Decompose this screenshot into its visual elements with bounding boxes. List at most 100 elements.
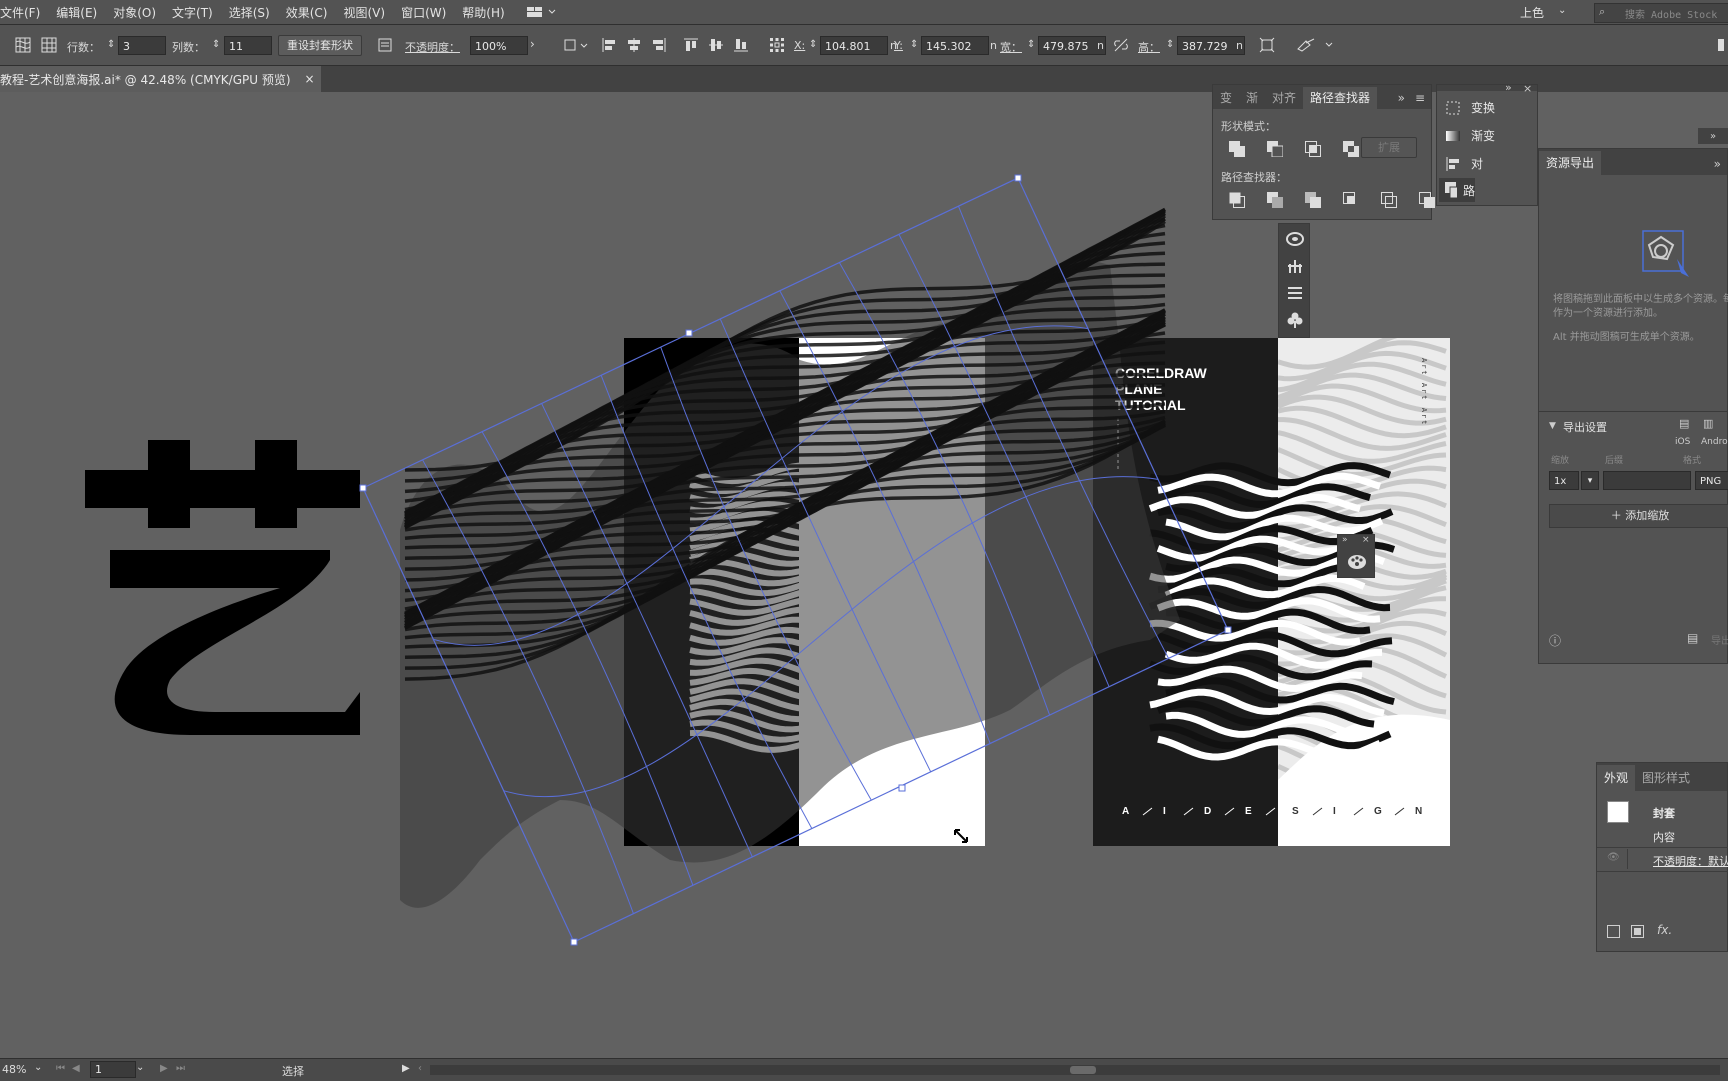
constrain-link-icon[interactable]: [1112, 36, 1130, 54]
tab-graphic-styles[interactable]: 图形样式: [1635, 765, 1697, 791]
menu-file[interactable]: 文件(F): [0, 4, 48, 21]
visibility-eye-icon[interactable]: 👁: [1607, 852, 1620, 863]
crop-icon[interactable]: [1343, 192, 1359, 208]
scale-dropdown-icon[interactable]: ▾: [1581, 471, 1599, 490]
align-bottom-icon[interactable]: [732, 36, 750, 54]
x-field[interactable]: 104.801: [820, 36, 888, 55]
h-stepper-icon[interactable]: ⇕: [1166, 39, 1174, 50]
cc-libraries-icon[interactable]: [1286, 230, 1304, 248]
menu-type[interactable]: 文字(T): [164, 4, 221, 21]
envelope-artwork[interactable]: [400, 207, 1180, 908]
panel-item-align[interactable]: 对: [1445, 155, 1483, 172]
isolate-icon[interactable]: [1296, 36, 1336, 54]
collapse-icon[interactable]: »: [1505, 81, 1512, 94]
tab-gradient[interactable]: 渐: [1239, 87, 1265, 109]
menu-window[interactable]: 窗口(W): [393, 4, 454, 21]
minus-back-icon[interactable]: [1419, 192, 1435, 208]
tab-pathfinder[interactable]: 路径查找器: [1303, 87, 1378, 109]
scroll-left-icon[interactable]: ‹: [418, 1063, 422, 1074]
big-character-art[interactable]: [85, 440, 360, 735]
transform-icon[interactable]: [1258, 36, 1276, 54]
divide-icon[interactable]: [1229, 192, 1245, 208]
export-button[interactable]: 导出: [1711, 632, 1728, 647]
first-artboard-icon[interactable]: ⏮: [56, 1063, 65, 1074]
document-icon[interactable]: [376, 36, 394, 54]
intersect-icon[interactable]: [1305, 141, 1321, 157]
envelope-mesh-icon[interactable]: [40, 36, 58, 54]
w-stepper-icon[interactable]: ⇕: [1027, 39, 1035, 50]
stroke-lines-icon[interactable]: [1286, 284, 1304, 302]
reference-point-icon[interactable]: [768, 36, 786, 54]
document-tab[interactable]: 教程-艺术创意海报.ai* @ 42.48% (CMYK/GPU 预览) ×: [0, 66, 321, 92]
export-panel-icon[interactable]: ▤: [1687, 631, 1698, 645]
panel-menu-icon[interactable]: [1716, 36, 1726, 54]
y-field[interactable]: 145.302: [921, 36, 989, 55]
close-tab-icon[interactable]: ×: [305, 72, 315, 86]
align-right-icon[interactable]: [650, 36, 668, 54]
expand-button[interactable]: 扩展: [1361, 137, 1417, 158]
palette-icon[interactable]: [1347, 551, 1367, 571]
opacity-field[interactable]: 100%: [470, 36, 528, 55]
close-panel-icon[interactable]: ×: [1362, 535, 1370, 545]
collapse-icon[interactable]: »: [1342, 535, 1348, 545]
scrollbar-thumb[interactable]: [1070, 1066, 1096, 1074]
opacity-arrow-icon[interactable]: ›: [530, 37, 535, 51]
info-icon[interactable]: ⓘ: [1549, 632, 1561, 649]
add-fill-icon[interactable]: [1631, 925, 1644, 938]
collapse-icon[interactable]: »: [1708, 157, 1727, 175]
horizontal-scrollbar[interactable]: [430, 1065, 1720, 1075]
panel-menu-icon[interactable]: ≡: [1409, 91, 1431, 109]
workspace-name[interactable]: 上色: [1520, 4, 1544, 21]
stock-search-input[interactable]: ⌕ 搜索 Adobe Stock: [1594, 3, 1728, 23]
zoom-field[interactable]: 48%: [2, 1063, 26, 1076]
disclosure-triangle-icon[interactable]: ▼: [1549, 421, 1556, 431]
brush-icon[interactable]: [1286, 256, 1304, 274]
tab-appearance[interactable]: 外观: [1597, 765, 1636, 791]
panel-item-gradient[interactable]: 渐变: [1445, 127, 1495, 144]
align-to-icon[interactable]: [562, 36, 592, 54]
ios-preset[interactable]: iOS: [1675, 437, 1690, 447]
menu-help[interactable]: 帮助(H): [454, 4, 512, 21]
artboard-dropdown-icon[interactable]: ⌄: [136, 1062, 144, 1073]
tab-transform[interactable]: 变: [1213, 87, 1239, 109]
android-preset[interactable]: Android: [1701, 437, 1728, 447]
rows-field[interactable]: 3: [118, 36, 166, 55]
menu-effect[interactable]: 效果(C): [278, 4, 336, 21]
opacity-setting[interactable]: 不透明度：默认值: [1653, 853, 1728, 869]
artboard-canvas[interactable]: CORELDRAW PLANE TUTORIAL A I D E S I G N…: [0, 92, 1728, 1058]
next-artboard-icon[interactable]: ▶: [160, 1063, 168, 1074]
envelope-warp-icon[interactable]: [14, 36, 32, 54]
artboard-number-field[interactable]: 1: [90, 1061, 136, 1078]
panel-item-transform[interactable]: 变换: [1445, 99, 1495, 116]
add-stroke-icon[interactable]: [1607, 925, 1620, 938]
trim-icon[interactable]: [1267, 192, 1283, 208]
merge-icon[interactable]: [1305, 192, 1321, 208]
cols-field[interactable]: 11: [224, 36, 272, 55]
menu-object[interactable]: 对象(O): [105, 4, 164, 21]
close-panel-icon[interactable]: ×: [1523, 82, 1532, 95]
tab-align[interactable]: 对齐: [1265, 87, 1303, 109]
w-field[interactable]: 479.875: [1038, 36, 1106, 55]
x-stepper-icon[interactable]: ⇕: [809, 39, 817, 50]
panel-item-pathfinder[interactable]: 路: [1439, 178, 1475, 202]
h-field[interactable]: 387.729: [1177, 36, 1245, 55]
collapse-icon[interactable]: »: [1698, 131, 1716, 142]
contents-label[interactable]: 内容: [1653, 829, 1675, 845]
tab-asset-export[interactable]: 资源导出: [1539, 151, 1602, 175]
menu-select[interactable]: 选择(S): [221, 4, 278, 21]
align-vcenter-icon[interactable]: [707, 36, 725, 54]
exclude-icon[interactable]: [1343, 141, 1359, 157]
collapse-icon[interactable]: »: [1394, 91, 1409, 109]
format-select[interactable]: PNG: [1695, 471, 1728, 490]
rows-stepper-icon[interactable]: ⇕: [107, 39, 115, 50]
workspace-chevron-icon[interactable]: ⌄: [1558, 5, 1566, 16]
menu-edit[interactable]: 编辑(E): [48, 4, 105, 21]
unite-icon[interactable]: [1229, 141, 1245, 157]
align-left-icon[interactable]: [600, 36, 618, 54]
add-scale-button[interactable]: ＋ 添加缩放: [1549, 504, 1728, 528]
align-top-icon[interactable]: [682, 36, 700, 54]
last-artboard-icon[interactable]: ⏭: [176, 1063, 185, 1074]
status-arrow-icon[interactable]: ▶: [402, 1063, 410, 1074]
align-hcenter-icon[interactable]: [625, 36, 643, 54]
copy-icon[interactable]: ▤: [1679, 417, 1689, 430]
